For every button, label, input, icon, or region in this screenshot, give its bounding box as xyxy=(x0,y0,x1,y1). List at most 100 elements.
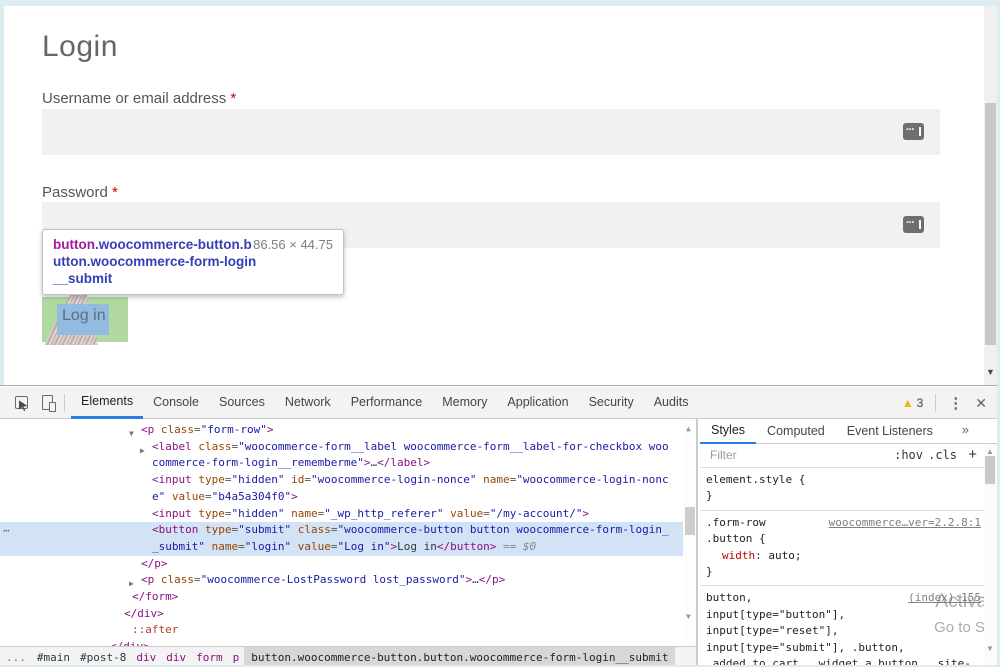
dom-tree-row[interactable]: ▶<label class="woocommerce-form__label w… xyxy=(0,439,696,472)
stylesheet-source-link[interactable]: (index):155 xyxy=(908,590,981,606)
screenshot-canvas: Login Username or email address * ··· Pa… xyxy=(0,0,1000,667)
css-declaration[interactable]: width: auto; xyxy=(706,548,971,564)
styles-filter-row: Filter :hov .cls + xyxy=(700,444,997,468)
more-tabs-icon[interactable]: » xyxy=(962,422,969,437)
close-devtools-icon[interactable]: ✕ xyxy=(975,395,987,412)
expand-arrow-icon[interactable]: ▶ xyxy=(140,443,145,460)
dom-tree-row[interactable]: </div> xyxy=(0,606,696,623)
code-token: = xyxy=(304,473,311,486)
inspect-box-glyph xyxy=(15,396,28,409)
breadcrumb-item[interactable]: p xyxy=(228,651,245,664)
style-rule-block[interactable]: (index):155button,input[type="button"],i… xyxy=(700,586,997,667)
breadcrumb-item[interactable]: ... xyxy=(0,651,32,664)
pseudo-state-toggle[interactable]: :hov xyxy=(894,448,923,462)
inspect-tooltip: button.woocommerce-button.b utton.woocom… xyxy=(42,229,344,295)
styles-tab-computed[interactable]: Computed xyxy=(756,419,836,444)
code-token: </div> xyxy=(124,607,164,620)
styles-tabs: StylesComputedEvent Listeners » xyxy=(700,419,997,444)
devtools-toolbar: ElementsConsoleSourcesNetworkPerformance… xyxy=(0,387,997,419)
css-property-value: : auto; xyxy=(755,549,801,562)
code-token: <input xyxy=(152,473,192,486)
devtools-tab-console[interactable]: Console xyxy=(143,387,209,419)
scroll-up-arrow-icon[interactable]: ▲ xyxy=(986,447,994,456)
dom-tree-row[interactable]: </p> xyxy=(0,556,696,573)
scroll-up-arrow-icon[interactable]: ▲ xyxy=(686,421,691,438)
reveal-password-icon[interactable]: ··· xyxy=(903,123,924,140)
scroll-down-arrow-icon[interactable]: ▼ xyxy=(986,367,995,377)
code-token: > xyxy=(364,456,371,469)
styles-filter-input[interactable]: Filter xyxy=(710,448,737,462)
inspect-cursor-glyph xyxy=(19,400,29,411)
devtools-tab-security[interactable]: Security xyxy=(579,387,644,419)
window-edge xyxy=(0,6,4,385)
code-token: id xyxy=(284,473,304,486)
dom-tree-row[interactable]: ▼<p class="form-row"> xyxy=(0,422,696,439)
scroll-down-arrow-icon[interactable]: ▼ xyxy=(686,609,691,626)
styles-tab-event-listeners[interactable]: Event Listeners xyxy=(836,419,944,444)
breadcrumb-item[interactable]: div xyxy=(161,651,191,664)
elements-scrollbar[interactable]: ▲ ▼ xyxy=(683,419,698,646)
dom-tree-row[interactable]: ▶<p class="woocommerce-LostPassword lost… xyxy=(0,572,696,589)
code-token: </p> xyxy=(141,557,168,570)
breadcrumb-item[interactable]: #post-8 xyxy=(75,651,131,664)
breadcrumb-item[interactable]: button.woocommerce-button.button.woocomm… xyxy=(244,647,675,667)
warnings-badge[interactable]: ▲ 3 xyxy=(902,396,924,410)
styles-tabs-list: StylesComputedEvent Listeners xyxy=(700,419,944,444)
dom-tree-row[interactable]: <input type="hidden" id="woocommerce-log… xyxy=(0,472,696,505)
code-token: = xyxy=(238,540,245,553)
code-token: "login" xyxy=(245,540,291,553)
code-token: value xyxy=(291,540,331,553)
code-token: = xyxy=(225,473,232,486)
css-selector-line: .button { xyxy=(706,531,971,547)
code-token: ::after xyxy=(132,623,178,636)
devtools-panel: ElementsConsoleSourcesNetworkPerformance… xyxy=(0,385,997,667)
dom-tree-row[interactable]: </form> xyxy=(0,589,696,606)
login-button[interactable]: Log in xyxy=(62,307,106,325)
breadcrumb-item[interactable]: form xyxy=(191,651,228,664)
dom-tree-row[interactable]: <button type="submit" class="woocommerce… xyxy=(0,522,696,555)
kebab-menu-icon[interactable]: ⋮ xyxy=(948,394,963,412)
node-options-dots[interactable]: ⋯ xyxy=(3,523,10,540)
styles-tab-styles[interactable]: Styles xyxy=(700,419,756,444)
page-scrollbar[interactable]: ▼ xyxy=(984,6,997,385)
code-token: > xyxy=(583,507,590,520)
stylesheet-source-link[interactable]: woocommerce…ver=2.2.8:1 xyxy=(829,515,981,531)
css-selector-line: input[type="submit"], .button, xyxy=(706,640,971,656)
css-selector-line: input[type="reset"], xyxy=(706,623,971,639)
code-token: </label> xyxy=(377,456,430,469)
dom-tree-row[interactable]: ::after xyxy=(0,622,696,639)
toolbar-separator xyxy=(64,394,65,412)
tooltip-tag-name: button xyxy=(53,237,95,252)
inspect-element-icon[interactable] xyxy=(8,390,34,416)
code-token: "woocommerce-login-nonce" xyxy=(311,473,477,486)
style-rule-block[interactable]: element.style {} xyxy=(700,468,997,511)
devtools-tab-audits[interactable]: Audits xyxy=(644,387,699,419)
devtools-tab-memory[interactable]: Memory xyxy=(432,387,497,419)
breadcrumb-item[interactable]: div xyxy=(131,651,161,664)
device-toolbar-icon[interactable] xyxy=(34,390,60,416)
devtools-tab-network[interactable]: Network xyxy=(275,387,341,419)
code-token: = xyxy=(194,573,201,586)
element-class-toggle[interactable]: .cls xyxy=(928,448,957,462)
devtools-tab-sources[interactable]: Sources xyxy=(209,387,275,419)
css-property-name: width xyxy=(722,549,755,562)
breadcrumb-item[interactable]: #main xyxy=(32,651,75,664)
username-label: Username or email address * xyxy=(42,90,236,107)
devtools-tab-performance[interactable]: Performance xyxy=(341,387,433,419)
style-rule-block[interactable]: woocommerce…ver=2.2.8:1.form-row.button … xyxy=(700,511,997,587)
tooltip-classes: __submit xyxy=(53,271,112,286)
code-token: "hidden" xyxy=(232,507,285,520)
code-token: <p xyxy=(141,423,154,436)
page-scrollbar-thumb[interactable] xyxy=(985,103,996,345)
dom-tree-row[interactable]: </div> xyxy=(0,639,696,646)
devtools-tab-application[interactable]: Application xyxy=(497,387,578,419)
new-style-rule-button[interactable]: + xyxy=(968,446,977,463)
scroll-down-arrow-icon[interactable]: ▼ xyxy=(986,644,994,653)
styles-scrollbar-thumb[interactable] xyxy=(985,456,995,484)
styles-scrollbar[interactable]: ▲ ▼ xyxy=(984,444,997,667)
username-input[interactable]: ··· xyxy=(42,109,940,155)
elements-scrollbar-thumb[interactable] xyxy=(685,507,695,535)
devtools-tab-elements[interactable]: Elements xyxy=(71,387,143,419)
reveal-password-icon[interactable]: ··· xyxy=(903,216,924,233)
dom-tree-row[interactable]: <input type="hidden" name="_wp_http_refe… xyxy=(0,506,696,523)
